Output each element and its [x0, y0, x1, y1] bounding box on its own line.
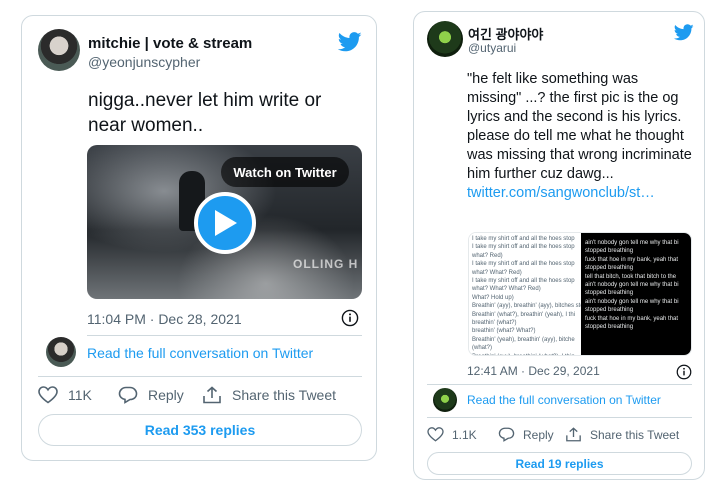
reply-button[interactable]: Reply [118, 386, 184, 404]
tweet-text: nigga..never let him write or near women… [88, 90, 322, 136]
rewritten-lyrics-image[interactable]: ain't nobody gon tell me why that bi stop… [581, 233, 691, 355]
watch-on-twitter-button[interactable]: Watch on Twitter [221, 157, 349, 187]
reply-button[interactable]: Reply [498, 427, 554, 442]
read-conversation-link[interactable]: Read the full conversation on Twitter [87, 345, 313, 361]
lyric-line: fuck that hoe in my bank, yeah that [585, 256, 679, 263]
like-count: 11K [68, 387, 92, 403]
lyric-line: What? Hold up) [472, 294, 514, 301]
lyric-line: stopped breathing [585, 248, 634, 255]
share-icon [203, 386, 221, 404]
lyric-line: ain't nobody gon tell me why that bi [585, 240, 679, 246]
reply-icon [118, 386, 138, 404]
divider [87, 335, 362, 336]
user-handle[interactable]: @utyarui [468, 41, 516, 55]
tweet-image[interactable]: I take my shirt off and all the hoes sto… [468, 232, 692, 356]
share-button[interactable]: Share this Tweet [202, 386, 336, 404]
lyric-line: breathin' (what?) [472, 320, 517, 327]
avatar[interactable] [46, 337, 76, 367]
lyric-line: what? What? What? Red) [472, 286, 541, 293]
tweet-card: mitchie | vote & stream @yeonjunscypher … [21, 15, 377, 461]
avatar[interactable] [433, 388, 457, 412]
share-label: Share this Tweet [590, 427, 680, 442]
info-icon[interactable] [341, 309, 359, 327]
stage-screen-text: OLLING H [293, 257, 359, 271]
lyric-line: tell that bitch, took that bitch to the [585, 273, 677, 280]
tweet-text: "he felt like something was missing" ...… [467, 70, 692, 203]
reply-icon [498, 427, 515, 442]
lyric-line: stopped breathing [585, 307, 634, 314]
lyric-line: what? What? Red) [472, 269, 522, 276]
play-button[interactable] [194, 192, 256, 254]
read-replies-button[interactable]: Read 19 replies [427, 452, 692, 475]
lyric-line: stopped breathing [585, 265, 634, 272]
lyric-line: stopped breathing [585, 290, 634, 297]
play-icon [215, 210, 237, 236]
lyric-line: I take my shirt off and all the hoes sto… [472, 261, 575, 268]
like-button[interactable]: 1.1K [427, 427, 477, 442]
tweet-card: 여긴 광야야야 @utyarui "he felt like something… [413, 11, 705, 480]
tweet-timestamp[interactable]: 12:41 AM · Dec 29, 2021 [467, 364, 600, 378]
lyric-line: (what?) [472, 345, 493, 352]
share-label: Share this Tweet [232, 387, 337, 403]
tweet-timestamp[interactable]: 11:04 PM · Dec 28, 2021 [87, 311, 242, 327]
lyric-line: Breathin' (what?), breathin' (yeah), I t… [472, 311, 576, 318]
divider [427, 384, 692, 385]
avatar[interactable] [427, 21, 463, 57]
reply-label: Reply [148, 387, 184, 403]
user-handle[interactable]: @yeonjunscypher [88, 54, 200, 70]
lyric-line: I take my shirt off and all the hoes sto… [472, 244, 575, 251]
avatar[interactable] [38, 29, 80, 71]
heart-icon [427, 427, 444, 442]
tweet-link[interactable]: twitter.com/sangwonclub/st… [467, 185, 655, 201]
heart-icon [38, 386, 58, 404]
tweet-body: "he felt like something was missing" ...… [467, 71, 692, 182]
like-button[interactable]: 11K [38, 386, 92, 404]
lyric-line: I take my shirt off and all the hoes sto… [472, 278, 575, 285]
divider [38, 376, 362, 377]
read-conversation-link[interactable]: Read the full conversation on Twitter [467, 393, 661, 407]
like-count: 1.1K [452, 427, 477, 442]
video-thumbnail[interactable]: OLLING H Watch on Twitter [87, 145, 362, 299]
lyric-line: fuck that hoe in my bank, yeah that [585, 315, 679, 322]
divider [427, 417, 692, 418]
lyric-line: ain't nobody gon tell me why that bi [585, 282, 679, 289]
share-icon [566, 427, 581, 442]
display-name[interactable]: mitchie | vote & stream [88, 35, 252, 52]
lyric-line: what? Red) [472, 252, 503, 259]
lyric-line: stopped breathing [585, 324, 634, 331]
reply-label: Reply [523, 427, 554, 442]
lyric-line: ain't nobody gon tell me why that bi [585, 298, 679, 305]
lyric-line: Breathin' (ayy), breathin' (ayy), bitche… [472, 303, 581, 310]
twitter-bird-icon[interactable] [674, 24, 694, 41]
twitter-bird-icon[interactable] [338, 32, 362, 52]
lyric-line: breathin' (what? What?) [472, 328, 536, 335]
info-icon[interactable] [676, 364, 692, 380]
share-button[interactable]: Share this Tweet [565, 427, 679, 442]
read-replies-button[interactable]: Read 353 replies [38, 414, 362, 446]
lyric-line: Breathin' (yeah), breathin' (ayy), bitch… [472, 336, 575, 343]
original-lyrics-image[interactable]: I take my shirt off and all the hoes sto… [469, 233, 581, 355]
lyric-line: I take my shirt off and all the hoes sto… [472, 236, 575, 242]
lyric-line: Breathin' (ayy), breathin' (what?), I th… [472, 353, 578, 355]
